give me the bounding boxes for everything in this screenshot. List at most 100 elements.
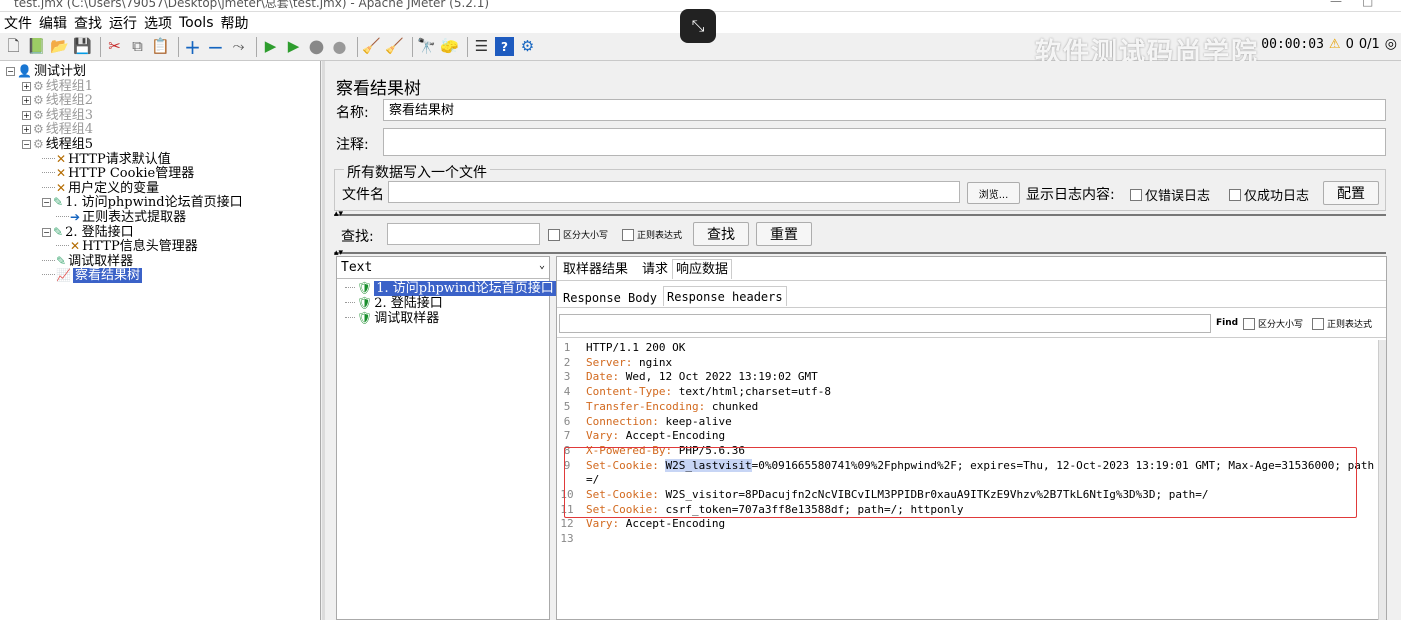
maximize-icon[interactable]: □: [1362, 0, 1373, 8]
tree-node[interactable]: + ⚙ 线程组3: [22, 108, 93, 123]
open-icon[interactable]: 📂: [50, 37, 69, 56]
success-shield-icon: 🛡: [357, 296, 373, 310]
remote-icon[interactable]: ⚙: [518, 37, 537, 56]
start-no-pause-icon[interactable]: ▶: [284, 37, 303, 56]
tree-node[interactable]: + ⚙ 线程组4: [22, 122, 93, 137]
code-line: 7 Vary: Accept-Encoding: [557, 428, 1387, 443]
tree-node[interactable]: ➔ 正则表达式提取器: [56, 210, 186, 225]
tree-node[interactable]: − ✎ 1. 访问phpwind论坛首页接口: [42, 195, 243, 210]
vertical-scrollbar[interactable]: [1378, 340, 1386, 620]
elapsed-timer: 00:00:03: [1261, 36, 1324, 52]
result-item[interactable]: 🛡 2. 登陆接口: [345, 296, 443, 311]
reset-button[interactable]: 重置: [756, 222, 812, 246]
collapse-toggle-icon[interactable]: −: [42, 198, 51, 208]
expand-icon[interactable]: +: [183, 37, 202, 57]
new-icon[interactable]: 🗋: [4, 37, 23, 56]
name-field[interactable]: 察看结果树: [383, 99, 1386, 121]
collapse-icon[interactable]: −: [206, 37, 225, 57]
function-helper-icon[interactable]: ☰: [472, 37, 491, 56]
find-button[interactable]: 查找: [693, 222, 749, 246]
tree-node[interactable]: ✕ HTTP请求默认值: [42, 152, 171, 167]
search-icon[interactable]: 🔭: [417, 37, 436, 56]
menu-tools[interactable]: Tools: [179, 15, 214, 31]
menu-search[interactable]: 查找: [74, 13, 102, 33]
menu-edit[interactable]: 编辑: [39, 13, 67, 33]
menu-run[interactable]: 运行: [109, 13, 137, 33]
tree-node[interactable]: − 👤 测试计划: [6, 64, 86, 79]
toggle-icon[interactable]: ⤳: [229, 37, 248, 56]
reset-search-icon[interactable]: 🧽: [440, 37, 459, 56]
collapse-toggle-icon[interactable]: −: [6, 67, 15, 76]
tab-response-data[interactable]: 响应数据: [672, 259, 733, 279]
code-line: 2 Server: nginx: [557, 355, 1387, 370]
header-value: Wed, 12 Oct 2022 13:19:02 GMT: [619, 370, 818, 384]
result-detail-panel: 取样器结果 请求 响应数据 Response Body Response hea…: [556, 256, 1387, 620]
header-key: Connection:: [586, 414, 659, 428]
tree-node[interactable]: − ⚙ 线程组5: [22, 137, 93, 152]
expand-toggle-icon[interactable]: +: [22, 81, 31, 91]
configure-button[interactable]: 配置: [1323, 181, 1379, 205]
warning-icon[interactable]: ⚠: [1329, 37, 1341, 52]
split-handle-icon[interactable]: ▴▾: [334, 209, 343, 219]
subtab-response-body[interactable]: Response Body: [560, 288, 660, 308]
clear-icon[interactable]: 🧹: [362, 37, 381, 56]
tree-node[interactable]: ✕ 用户定义的变量: [42, 181, 159, 196]
find-field[interactable]: [559, 314, 1211, 333]
collapse-toggle-icon[interactable]: −: [42, 227, 51, 237]
result-item[interactable]: 🛡 1. 访问phpwind论坛首页接口: [345, 281, 556, 296]
expand-toggle-icon[interactable]: +: [22, 96, 31, 106]
tree-node-label: 测试计划: [33, 64, 86, 79]
result-item[interactable]: 🛡 调试取样器: [345, 311, 439, 326]
paste-icon[interactable]: 📋: [151, 37, 170, 56]
find-case-checkbox[interactable]: 区分大小写: [1243, 317, 1303, 330]
tab-request[interactable]: 请求: [639, 260, 671, 280]
pane-splitter[interactable]: [322, 61, 325, 620]
menu-file[interactable]: 文件: [4, 13, 32, 33]
tree-node-label: 用户定义的变量: [68, 180, 160, 196]
tab-sampler-result[interactable]: 取样器结果: [560, 260, 631, 280]
success-only-checkbox[interactable]: 仅成功日志: [1229, 185, 1309, 204]
filename-field[interactable]: [388, 181, 960, 203]
help-icon[interactable]: ?: [495, 37, 514, 56]
subtab-response-headers[interactable]: Response headers: [663, 286, 787, 306]
find-regex-checkbox[interactable]: 正则表达式: [1312, 317, 1372, 330]
shutdown-icon[interactable]: ●: [330, 37, 349, 56]
toolbar-divider: [256, 36, 257, 57]
collapse-toggle-icon[interactable]: −: [22, 140, 31, 149]
tree-node-label: 2. 登陆接口: [65, 224, 134, 240]
copy-icon[interactable]: ⧉: [128, 37, 147, 56]
menu-help[interactable]: 帮助: [221, 13, 249, 33]
expand-toggle-icon[interactable]: +: [22, 110, 31, 120]
templates-icon[interactable]: 📗: [27, 37, 46, 56]
screen-tool-icon[interactable]: ⤡: [680, 9, 716, 43]
header-key: Content-Type:: [586, 385, 673, 399]
config-icon: ✕: [56, 166, 67, 181]
divider: [557, 307, 1386, 308]
errors-only-checkbox[interactable]: 仅错误日志: [1130, 185, 1210, 204]
tree-node[interactable]: 📈 察看结果树: [42, 268, 142, 284]
minimize-icon[interactable]: —: [1330, 0, 1342, 8]
line-number: 12: [560, 517, 574, 531]
expand-toggle-icon[interactable]: +: [22, 125, 31, 135]
renderer-select[interactable]: Text ⌄: [337, 257, 549, 279]
save-icon[interactable]: 💾: [73, 37, 92, 56]
clear-all-icon[interactable]: 🧹: [385, 37, 404, 56]
browse-button[interactable]: 浏览...: [967, 182, 1020, 204]
tree-node[interactable]: ✎ 调试取样器: [42, 254, 133, 269]
comment-label: 注释:: [336, 137, 369, 153]
cut-icon[interactable]: ✂: [105, 37, 124, 56]
menu-options[interactable]: 选项: [144, 13, 172, 33]
case-sensitive-checkbox[interactable]: 区分大小写: [548, 228, 608, 241]
tree-node[interactable]: + ⚙ 线程组1: [22, 79, 93, 94]
search-field[interactable]: [387, 223, 540, 245]
tree-node[interactable]: − ✎ 2. 登陆接口: [42, 225, 134, 240]
regex-checkbox[interactable]: 正则表达式: [622, 228, 682, 241]
code-line: 5 Transfer-Encoding: chunked: [557, 399, 1387, 414]
tree-node[interactable]: ✕ HTTP信息头管理器: [56, 239, 198, 254]
header-value: nginx: [632, 355, 673, 369]
tree-node[interactable]: ✕ HTTP Cookie管理器: [42, 166, 194, 181]
comment-field[interactable]: [383, 128, 1386, 156]
tree-node[interactable]: + ⚙ 线程组2: [22, 93, 93, 108]
stop-icon[interactable]: ●: [307, 37, 326, 56]
start-icon[interactable]: ▶: [261, 37, 280, 56]
